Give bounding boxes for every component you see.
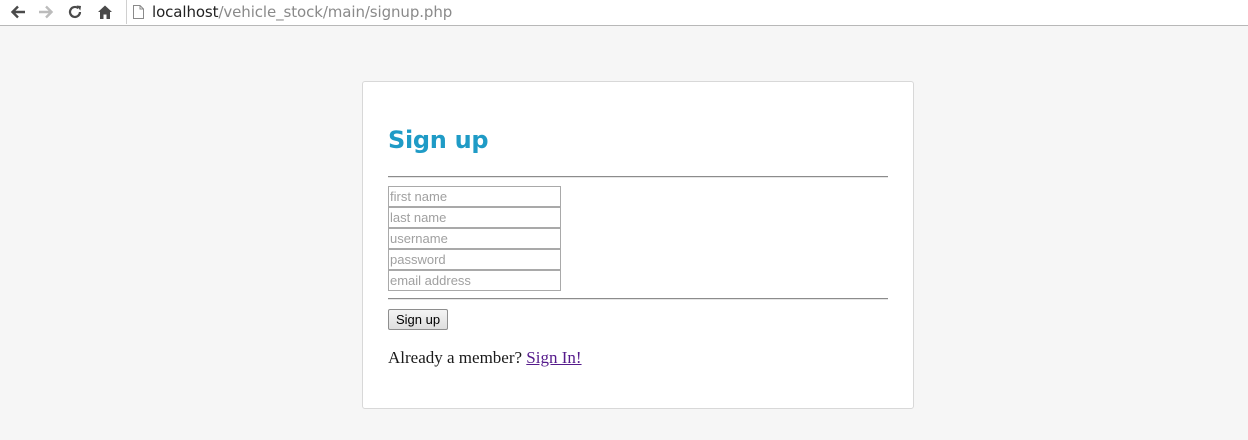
bottom-divider	[388, 298, 888, 300]
page-icon	[133, 5, 144, 19]
address-bar[interactable]: localhost/vehicle_stock/main/signup.php	[126, 0, 1248, 24]
url-host: localhost	[152, 3, 219, 21]
signin-link[interactable]: Sign In!	[526, 348, 581, 367]
signup-button[interactable]: Sign up	[388, 309, 448, 330]
member-prompt-text: Already a member?	[388, 348, 523, 367]
arrow-right-icon	[39, 5, 54, 19]
top-divider	[388, 176, 888, 178]
home-icon	[98, 5, 112, 19]
url-path: /vehicle_stock/main/signup.php	[218, 3, 453, 21]
signin-prompt: Already a member? Sign In!	[388, 348, 582, 368]
reload-button[interactable]	[64, 2, 86, 22]
email-input[interactable]	[388, 270, 561, 291]
forward-button[interactable]	[35, 2, 57, 22]
home-button[interactable]	[94, 2, 116, 22]
page-title: Sign up	[388, 126, 489, 154]
signup-card: Sign up Sign up Already a member? Sign I…	[362, 81, 914, 409]
first-name-input[interactable]	[388, 186, 561, 207]
reload-icon	[68, 5, 82, 19]
arrow-left-icon	[10, 5, 25, 19]
url-text: localhost/vehicle_stock/main/signup.php	[152, 3, 452, 21]
password-input[interactable]	[388, 249, 561, 270]
back-button[interactable]	[7, 2, 29, 22]
last-name-input[interactable]	[388, 207, 561, 228]
browser-toolbar: localhost/vehicle_stock/main/signup.php	[0, 0, 1248, 26]
signup-fields	[388, 186, 561, 291]
username-input[interactable]	[388, 228, 561, 249]
